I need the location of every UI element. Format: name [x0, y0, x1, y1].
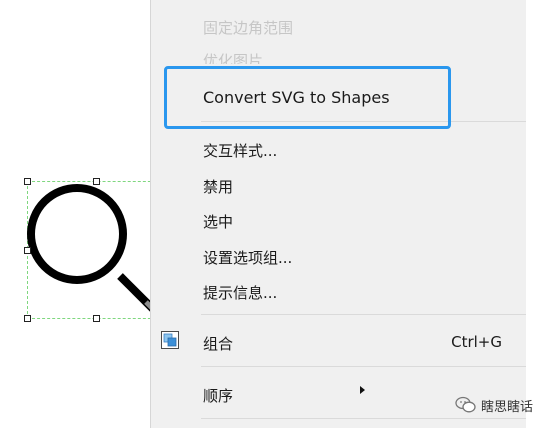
- menu-item-option-group[interactable]: 设置选项组...: [203, 247, 292, 268]
- resize-handle-left[interactable]: [24, 247, 31, 254]
- resize-handle-top[interactable]: [93, 178, 100, 185]
- menu-item-interaction-style[interactable]: 交互样式...: [203, 140, 277, 161]
- menu-item-fixed-corners[interactable]: 固定边角范围: [203, 17, 293, 38]
- menu-separator: [201, 366, 526, 367]
- menu-item-group[interactable]: 组合: [203, 333, 233, 354]
- menu-item-order[interactable]: 顺序: [203, 385, 233, 406]
- menu-separator: [201, 418, 526, 419]
- resize-handle-bottom-left[interactable]: [24, 315, 31, 322]
- group-icon: [161, 331, 179, 349]
- resize-handle-bottom[interactable]: [93, 315, 100, 322]
- highlight-annotation: [164, 66, 451, 129]
- submenu-arrow-icon: [360, 386, 365, 394]
- menu-item-disable[interactable]: 禁用: [203, 176, 233, 197]
- watermark-text: 瞎思瞎话: [481, 399, 534, 415]
- watermark: 瞎思瞎话: [455, 393, 533, 417]
- menu-separator: [201, 314, 526, 315]
- shortcut-group: Ctrl+G: [451, 333, 502, 351]
- menu-item-select[interactable]: 选中: [203, 211, 233, 232]
- context-menu: 固定边角范围 优化图片 Convert SVG to Shapes 交互样式..…: [150, 0, 526, 428]
- resize-handle-top-left[interactable]: [24, 178, 31, 185]
- menu-item-tooltip[interactable]: 提示信息...: [203, 282, 277, 303]
- wechat-icon: [455, 396, 476, 413]
